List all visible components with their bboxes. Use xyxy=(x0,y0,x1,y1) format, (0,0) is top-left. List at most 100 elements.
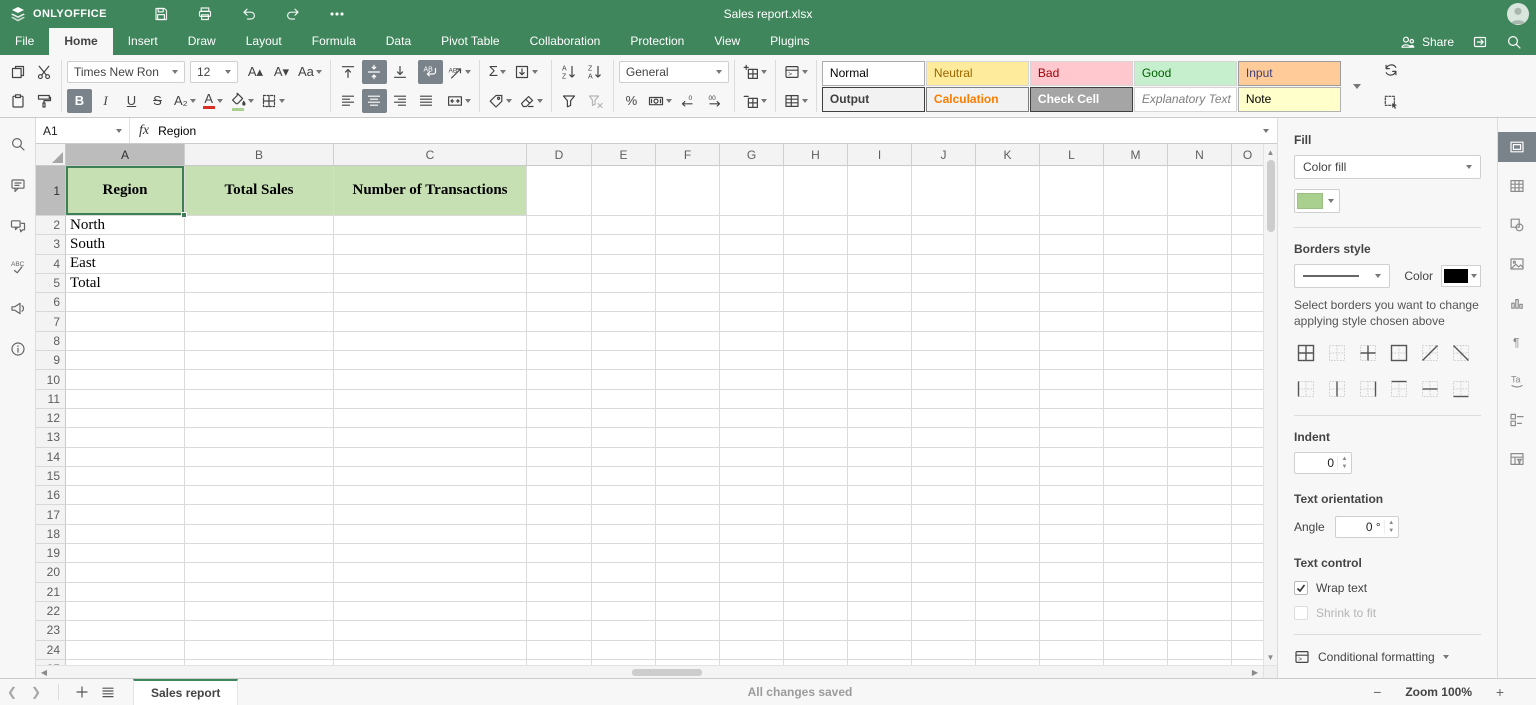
cell-m19[interactable] xyxy=(1104,544,1168,564)
cell-e14[interactable] xyxy=(592,447,656,467)
cell-j20[interactable] xyxy=(912,563,976,583)
cell-m22[interactable] xyxy=(1104,601,1168,622)
cell-h12[interactable] xyxy=(784,408,848,429)
cell-m16[interactable] xyxy=(1104,486,1168,506)
row-header-7[interactable]: 7 xyxy=(36,312,66,332)
cell-b9[interactable] xyxy=(185,351,334,371)
cell-k8[interactable] xyxy=(976,331,1040,352)
cell-d16[interactable] xyxy=(527,486,592,506)
cell-l2[interactable] xyxy=(1040,216,1104,236)
scroll-right-icon[interactable]: ▶ xyxy=(1247,666,1263,678)
cell-n14[interactable] xyxy=(1168,447,1232,467)
cell-h4[interactable] xyxy=(784,254,848,274)
subscript-button[interactable]: A₂ xyxy=(171,89,199,113)
cell-j18[interactable] xyxy=(912,524,976,545)
cell-h5[interactable] xyxy=(784,273,848,294)
paragraph-settings-icon[interactable]: ¶ xyxy=(1498,327,1536,357)
undo-button[interactable] xyxy=(240,5,258,23)
search-button[interactable] xyxy=(1506,34,1522,50)
fill-color-swatch-button[interactable] xyxy=(1294,189,1340,213)
cell-e15[interactable] xyxy=(592,466,656,487)
cell-n3[interactable] xyxy=(1168,235,1232,255)
cell-f1[interactable] xyxy=(656,166,720,216)
cell-m20[interactable] xyxy=(1104,563,1168,583)
cell-a6[interactable] xyxy=(66,293,185,313)
search-icon[interactable] xyxy=(8,134,28,154)
cut-button[interactable] xyxy=(31,60,56,84)
cell-e24[interactable] xyxy=(592,640,656,660)
align-center-button[interactable] xyxy=(361,88,387,113)
cell-l14[interactable] xyxy=(1040,447,1104,467)
cell-n16[interactable] xyxy=(1168,486,1232,506)
cell-a10[interactable] xyxy=(66,370,185,390)
cell-e3[interactable] xyxy=(592,235,656,255)
cell-j6[interactable] xyxy=(912,293,976,313)
print-button[interactable] xyxy=(196,5,214,23)
cell-h2[interactable] xyxy=(784,216,848,236)
cell-style-good[interactable]: Good xyxy=(1133,60,1237,86)
increase-font-button[interactable]: A▴ xyxy=(243,60,268,84)
cell-m24[interactable] xyxy=(1104,640,1168,660)
cell-m18[interactable] xyxy=(1104,524,1168,545)
row-header-13[interactable]: 13 xyxy=(36,428,66,448)
row-header-20[interactable]: 20 xyxy=(36,563,66,583)
cell-d1[interactable] xyxy=(527,166,592,216)
border-style-select[interactable] xyxy=(1294,264,1390,288)
about-icon[interactable] xyxy=(8,339,28,359)
cell-n7[interactable] xyxy=(1168,312,1232,332)
row-header-17[interactable]: 17 xyxy=(36,505,66,525)
cell-k23[interactable] xyxy=(976,621,1040,641)
cell-l17[interactable] xyxy=(1040,505,1104,525)
cell-a13[interactable] xyxy=(66,428,185,448)
cell-k5[interactable] xyxy=(976,273,1040,294)
cell-f13[interactable] xyxy=(656,428,720,448)
cell-j7[interactable] xyxy=(912,312,976,332)
cell-k7[interactable] xyxy=(976,312,1040,332)
prev-sheet-button[interactable]: ❮ xyxy=(0,685,24,699)
cell-c18[interactable] xyxy=(334,524,527,545)
cell-o9[interactable] xyxy=(1232,351,1263,371)
cell-i5[interactable] xyxy=(848,273,912,294)
border-bottom-button[interactable] xyxy=(1449,377,1473,401)
tab-file[interactable]: File xyxy=(0,28,49,55)
cell-e8[interactable] xyxy=(592,331,656,352)
cell-f23[interactable] xyxy=(656,621,720,641)
column-header-g[interactable]: G xyxy=(720,144,784,166)
tab-insert[interactable]: Insert xyxy=(113,28,173,55)
cell-l22[interactable] xyxy=(1040,601,1104,622)
cell-d12[interactable] xyxy=(527,408,592,429)
cell-f3[interactable] xyxy=(656,235,720,255)
cell-l20[interactable] xyxy=(1040,563,1104,583)
cell-l12[interactable] xyxy=(1040,408,1104,429)
row-header-24[interactable]: 24 xyxy=(36,640,66,660)
cell-c10[interactable] xyxy=(334,370,527,390)
cell-i18[interactable] xyxy=(848,524,912,545)
cell-d4[interactable] xyxy=(527,254,592,274)
cell-o16[interactable] xyxy=(1232,486,1263,506)
cell-f7[interactable] xyxy=(656,312,720,332)
cell-c17[interactable] xyxy=(334,505,527,525)
cell-l9[interactable] xyxy=(1040,351,1104,371)
cell-f21[interactable] xyxy=(656,582,720,602)
border-all-button[interactable] xyxy=(1294,341,1318,365)
cell-i22[interactable] xyxy=(848,601,912,622)
format-painter-button[interactable] xyxy=(31,89,56,113)
cell-b2[interactable] xyxy=(185,216,334,236)
cell-k11[interactable] xyxy=(976,389,1040,409)
cell-e13[interactable] xyxy=(592,428,656,448)
cell-e23[interactable] xyxy=(592,621,656,641)
cell-m12[interactable] xyxy=(1104,408,1168,429)
sort-ascending-button[interactable]: AZ xyxy=(557,60,582,84)
cell-m21[interactable] xyxy=(1104,582,1168,602)
scroll-down-icon[interactable]: ▼ xyxy=(1264,649,1277,665)
cell-c21[interactable] xyxy=(334,582,527,602)
column-header-l[interactable]: L xyxy=(1040,144,1104,166)
cell-c4[interactable] xyxy=(334,254,527,274)
cell-j16[interactable] xyxy=(912,486,976,506)
cell-j11[interactable] xyxy=(912,389,976,409)
cell-n19[interactable] xyxy=(1168,544,1232,564)
cell-o19[interactable] xyxy=(1232,544,1263,564)
cell-c9[interactable] xyxy=(334,351,527,371)
cell-o22[interactable] xyxy=(1232,602,1263,622)
chart-settings-icon[interactable] xyxy=(1498,288,1536,318)
